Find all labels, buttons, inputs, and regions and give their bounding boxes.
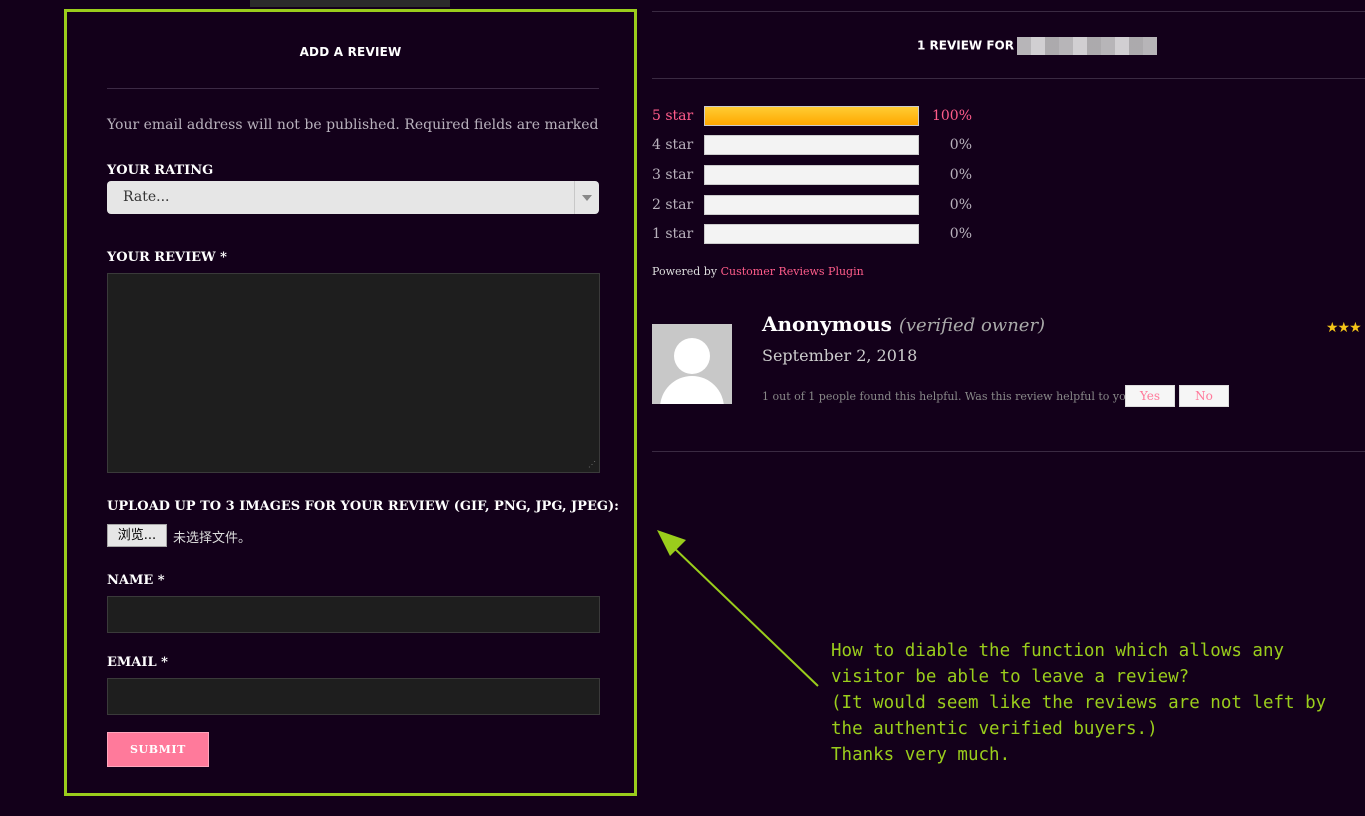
annotation-text: How to diable the function which allows … [831,641,1327,765]
